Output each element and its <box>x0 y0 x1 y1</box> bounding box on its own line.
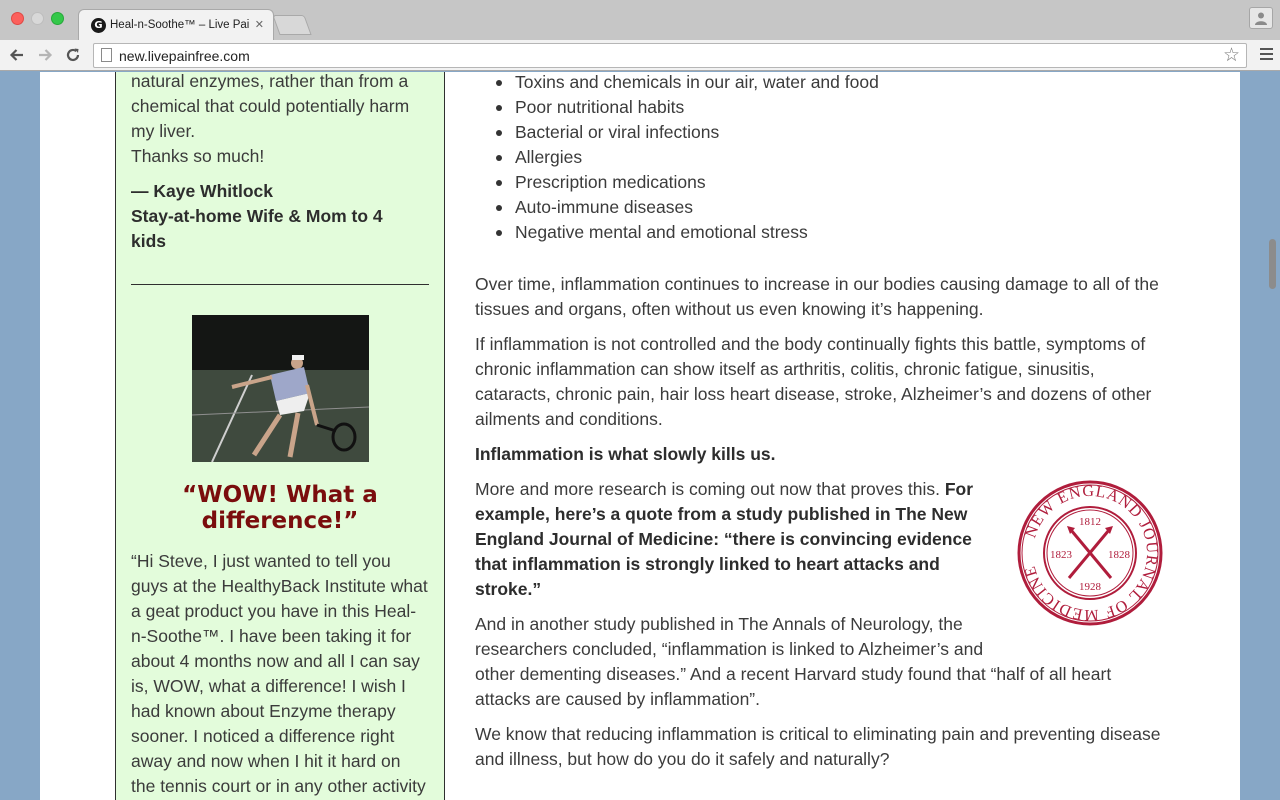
text-line: ailments and conditions. <box>475 409 663 429</box>
testimonial-text: natural enzymes, rather than from a chem… <box>131 72 429 169</box>
page-icon <box>101 48 112 62</box>
text-span: More and more research is coming out now… <box>475 479 945 499</box>
text-line: about 4 months now and all I can say <box>131 651 420 671</box>
text-line: tissues and organs, often without us eve… <box>475 299 984 319</box>
list-item: Allergies <box>496 145 879 170</box>
testimonial-attribution: — Kaye Whitlock Stay-at-home Wife & Mom … <box>131 179 429 254</box>
attribution-name: — Kaye Whitlock <box>131 181 273 201</box>
text-line: chemical that could potentially harm <box>131 96 410 116</box>
scrollbar-thumb[interactable] <box>1269 239 1276 289</box>
back-arrow-icon <box>9 49 23 61</box>
paragraph: Over time, inflammation continues to inc… <box>475 272 1165 322</box>
text-line: “Hi Steve, I just wanted to tell you <box>131 551 391 571</box>
text-span-bold: example, here’s a quote from a study pub… <box>475 504 968 524</box>
person-icon <box>1255 12 1267 25</box>
text-span-bold: stroke.” <box>475 579 542 599</box>
seal-year: 1823 <box>1050 549 1073 561</box>
headline-line: difference!” <box>201 508 359 534</box>
testimonial-sidebar: natural enzymes, rather than from a chem… <box>115 72 445 800</box>
text-line: stroke.” <box>475 577 995 602</box>
text-line: n-Soothe™. I have been taking it for <box>131 626 412 646</box>
testimonial-text: “Hi Steve, I just wanted to tell you guy… <box>131 549 429 799</box>
headline-line: “WOW! What a <box>182 482 378 508</box>
forward-button[interactable] <box>35 45 55 65</box>
minimize-window-button[interactable] <box>31 12 44 25</box>
url-text[interactable]: new.livepainfree.com <box>119 48 250 64</box>
testimonial-headline: “WOW! What a difference!” <box>131 482 429 534</box>
list-item: Bacterial or viral infections <box>496 120 879 145</box>
paragraph: More and more research is coming out now… <box>475 477 995 602</box>
nejm-seal-logo: NEW ENGLAND JOURNAL OF MEDICINE 1812 182… <box>1017 480 1163 626</box>
text-line: If inflammation is not controlled and th… <box>475 334 1146 354</box>
reload-button[interactable] <box>63 45 83 65</box>
text-line: the tennis court or in any other activit… <box>131 776 426 796</box>
paragraph: Inflammation is what slowly kills us. <box>475 442 1165 467</box>
text-span-bold: For <box>944 479 974 499</box>
browser-toolbar: new.livepainfree.com ☆ <box>0 40 1280 71</box>
seal-year: 1828 <box>1108 549 1131 561</box>
text-span-bold: that inflammation is strongly linked to … <box>475 554 940 574</box>
text-line: Over time, inflammation continues to inc… <box>475 274 1159 294</box>
tab-close-icon[interactable]: ✕ <box>255 18 264 31</box>
profile-button[interactable] <box>1249 7 1273 29</box>
list-item: Toxins and chemicals in our air, water a… <box>496 72 879 95</box>
seal-year: 1812 <box>1079 516 1101 528</box>
reload-icon <box>66 48 80 62</box>
close-window-button[interactable] <box>11 12 24 25</box>
active-tab[interactable]: G Heal-n-Soothe™ – Live Pai ✕ <box>78 9 274 40</box>
text-line: a geat product you have in this Heal- <box>131 601 417 621</box>
list-item: Negative mental and emotional stress <box>496 220 879 245</box>
page-container: natural enzymes, rather than from a chem… <box>40 72 1240 800</box>
text-line: sooner. I noticed a difference right <box>131 726 395 746</box>
bold-statement: Inflammation is what slowly kills us. <box>475 444 776 464</box>
text-line: other dementing diseases.” And a recent … <box>475 664 1112 684</box>
text-line: that inflammation is strongly linked to … <box>475 552 995 577</box>
text-line: had known about Enzyme therapy <box>131 701 396 721</box>
divider <box>131 284 429 285</box>
text-line: cataracts, chronic pain, hair loss heart… <box>475 384 1152 404</box>
text-line: example, here’s a quote from a study pub… <box>475 502 995 527</box>
text-line: natural enzymes, rather than from a <box>131 72 409 91</box>
text-line: guys at the HealthyBack Institute what <box>131 576 428 596</box>
inflammation-causes-list: Toxins and chemicals in our air, water a… <box>496 72 879 245</box>
text-line: England Journal of Medicine: “there is c… <box>475 527 995 552</box>
tab-favicon-icon: G <box>91 17 106 33</box>
text-line: We know that reducing inflammation is cr… <box>475 724 1161 744</box>
text-line: attacks are caused by inflammation”. <box>475 689 760 709</box>
paragraph: We know that reducing inflammation is cr… <box>475 722 1165 772</box>
forward-arrow-icon <box>39 49 53 61</box>
browser-tabstrip: G Heal-n-Soothe™ – Live Pai ✕ <box>0 0 1280 40</box>
seal-year: 1928 <box>1079 581 1102 593</box>
text-line: Thanks so much! <box>131 146 265 166</box>
fullscreen-window-button[interactable] <box>51 12 64 25</box>
text-line: and illness, but how do you do it safely… <box>475 749 890 769</box>
chrome-menu-button[interactable] <box>1260 48 1273 63</box>
attribution-role: Stay-at-home Wife & Mom to 4 <box>131 206 383 226</box>
address-bar[interactable]: new.livepainfree.com ☆ <box>93 43 1247 68</box>
text-span-bold: England Journal of Medicine: “there is c… <box>475 529 972 549</box>
new-tab-button[interactable] <box>272 15 312 35</box>
text-line: More and more research is coming out now… <box>475 477 995 502</box>
text-line: my liver. <box>131 121 196 141</box>
tennis-player-photo <box>191 315 369 462</box>
text-line: researchers concluded, “inflammation is … <box>475 639 984 659</box>
text-line: away and now when I hit it hard on <box>131 751 401 771</box>
list-item: Auto-immune diseases <box>496 195 879 220</box>
bookmark-star-icon[interactable]: ☆ <box>1223 45 1240 65</box>
text-line: is, WOW, what a difference! I wish I <box>131 676 406 696</box>
page-viewport: natural enzymes, rather than from a chem… <box>0 72 1280 800</box>
paragraph: If inflammation is not controlled and th… <box>475 332 1165 432</box>
text-line: chronic inflammation can show itself as … <box>475 359 1095 379</box>
list-item: Poor nutritional habits <box>496 95 879 120</box>
paragraph: And in another study published in The An… <box>475 612 1165 712</box>
attribution-role: kids <box>131 231 167 251</box>
tab-title: Heal-n-Soothe™ – Live Pai <box>110 19 250 31</box>
back-button[interactable] <box>7 45 27 65</box>
list-item: Prescription medications <box>496 170 879 195</box>
